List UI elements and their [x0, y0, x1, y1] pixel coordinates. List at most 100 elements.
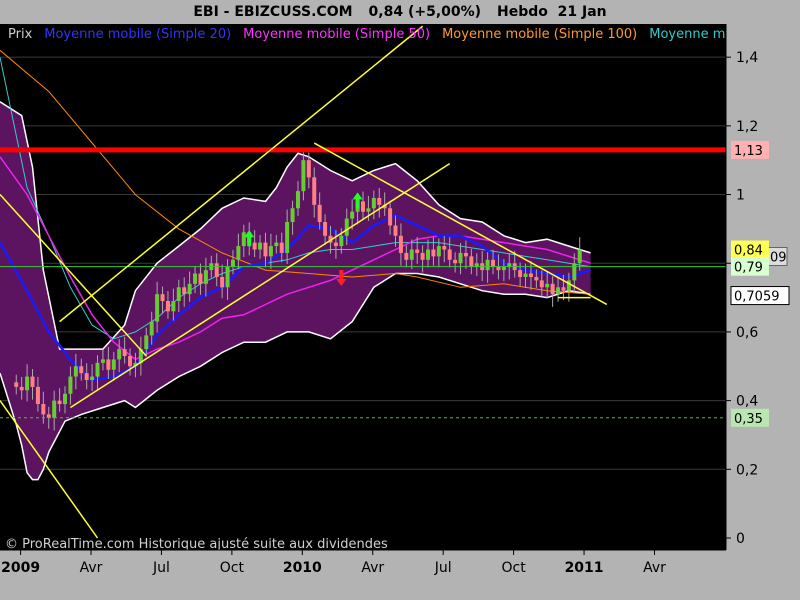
candle-body [366, 208, 371, 212]
candle-body [431, 249, 436, 257]
tag-resistance-text: 1,13 [734, 144, 763, 159]
candle-body [155, 294, 160, 322]
candle-body [236, 246, 241, 260]
candle-body [577, 249, 582, 264]
candle-body [268, 246, 273, 257]
candle-body [474, 263, 479, 267]
candle-body [469, 256, 474, 267]
candle-body [230, 259, 235, 267]
candle-body [295, 191, 300, 209]
y-tick-label: 0,2 [736, 462, 758, 478]
candle-body [73, 366, 78, 377]
candle-body [301, 160, 306, 192]
candle-body [19, 386, 24, 391]
x-tick-label: Jul [434, 560, 452, 576]
y-tick-label: 1,4 [736, 50, 758, 66]
candle-body [274, 242, 279, 247]
y-tick-label: 0,6 [736, 325, 758, 341]
candle-body [415, 249, 420, 253]
candle-body [149, 321, 154, 336]
tag-price-text: 0,84 [734, 244, 763, 259]
candle-body [550, 283, 555, 295]
candle-body [176, 287, 181, 302]
candle-body [501, 266, 506, 271]
x-tick-label: 2009 [1, 560, 40, 576]
candle-body [279, 242, 284, 253]
candle-body [523, 273, 528, 277]
candle-body [187, 283, 192, 295]
candle-body [339, 235, 344, 247]
tag-band-lower-text: 0,7059 [734, 290, 780, 305]
candle-body [30, 376, 35, 387]
x-tick-label: Oct [502, 560, 527, 576]
candle-body [539, 280, 544, 288]
tag-ma-text: 0,79 [734, 261, 763, 276]
candle-body [90, 376, 95, 381]
candle-body [545, 283, 550, 288]
candle-body [214, 263, 219, 277]
x-tick-label: 2010 [283, 560, 322, 576]
price-chart[interactable]: Prix Moyenne mobile (Simple 20) Moyenne mo… [0, 0, 800, 600]
tag-ma: 0,79 [731, 257, 769, 276]
candle-body [160, 294, 165, 302]
candle-body [388, 208, 393, 226]
candle-body [46, 414, 51, 418]
candle-body [182, 287, 187, 295]
y-tick-label: 0 [736, 531, 745, 547]
legend: Prix Moyenne mobile (Simple 20) Moyenne mo… [8, 24, 800, 44]
candle-body [68, 376, 73, 394]
candle-body [491, 259, 496, 267]
candle-body [507, 263, 512, 267]
tag-support-text: 0,35 [734, 412, 763, 427]
tag-band-lower: 0,7059 [730, 286, 790, 306]
candle-body [534, 276, 539, 281]
tag-resistance: 1,13 [731, 140, 769, 159]
candle-body [193, 273, 198, 284]
candle-body [106, 359, 111, 370]
y-tick-label: 0,4 [736, 394, 758, 410]
candle-body [344, 218, 349, 236]
candle-body [63, 393, 68, 405]
candle-body [528, 273, 533, 277]
candle-body [436, 246, 441, 257]
candle-body [198, 273, 203, 284]
candle-body [84, 373, 89, 381]
candle-body [393, 225, 398, 236]
candle-body [398, 235, 403, 253]
candle-body [111, 359, 116, 370]
candle-body [35, 386, 40, 405]
candle-body [165, 301, 170, 312]
candle-body [144, 335, 149, 350]
x-tick-label: 2011 [565, 560, 604, 576]
candle-body [41, 404, 46, 415]
candle-body [312, 177, 317, 205]
candle-body [52, 400, 57, 418]
x-tick-label: Jul [152, 560, 170, 576]
legend-item: Prix [8, 27, 33, 42]
chart-window: EBI - EBIZCUSS.COM 0,84 (+5,00%) Hebdo 21 … [0, 0, 800, 600]
candle-body [463, 252, 468, 257]
legend-item: Moyenne mobile (Simple 20) [44, 27, 231, 42]
candle-body [323, 222, 328, 236]
x-tick-label: Oct [220, 560, 245, 576]
candle-body [453, 259, 458, 264]
legend-cover [726, 24, 800, 44]
candle-body [220, 276, 225, 288]
candle-body [79, 366, 84, 374]
candle-body [404, 252, 409, 260]
candle-body [361, 201, 365, 212]
candle-body [561, 287, 566, 291]
candle-body [556, 287, 561, 295]
candle-body [128, 355, 133, 367]
x-tick-label: Avr [361, 560, 384, 576]
candle-body [447, 249, 452, 260]
candle-body [57, 400, 62, 405]
candle-body [117, 349, 122, 360]
candle-body [371, 197, 376, 209]
candle-body [496, 266, 501, 271]
candle-body [317, 204, 322, 223]
candle-body [333, 242, 338, 247]
tag-price: 0,84 [731, 240, 769, 259]
candle-body [350, 211, 355, 219]
candle-body [458, 252, 463, 264]
